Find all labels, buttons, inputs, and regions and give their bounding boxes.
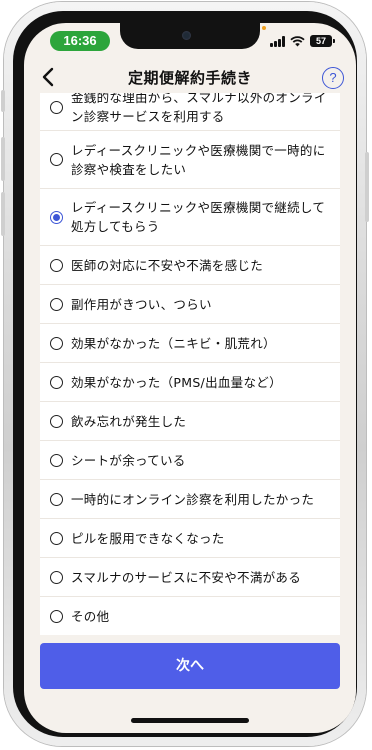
- option-item[interactable]: 効果がなかった（ニキビ・肌荒れ）: [40, 324, 340, 363]
- radio-button[interactable]: [50, 258, 63, 272]
- option-label: レディースクリニックや医療機関で継続して処方してもらう: [71, 200, 326, 234]
- phone-frame: 16:36 57 定期便解約手続き ? 金銭的な理由から、スマルナ以外のオンライ…: [1, 2, 369, 746]
- option-item[interactable]: 効果がなかった（PMS/出血量など）: [40, 363, 340, 402]
- option-item[interactable]: 金銭的な理由から、スマルナ以外のオンライン診察サービスを利用する: [40, 93, 340, 131]
- option-item[interactable]: 一時的にオンライン診察を利用したかった: [40, 480, 340, 519]
- option-label: 金銭的な理由から、スマルナ以外のオンライン診察サービスを利用する: [71, 93, 327, 124]
- option-item[interactable]: 副作用がきつい、つらい: [40, 285, 340, 324]
- radio-button[interactable]: [50, 492, 63, 506]
- radio-button[interactable]: [50, 570, 63, 584]
- option-label: 一時的にオンライン診察を利用したかった: [71, 491, 315, 507]
- option-item[interactable]: ピルを服用できなくなった: [40, 519, 340, 558]
- home-indicator[interactable]: [131, 718, 249, 723]
- radio-button[interactable]: [50, 297, 63, 311]
- radio-button[interactable]: [50, 531, 63, 545]
- radio-button[interactable]: [50, 336, 63, 350]
- status-time: 16:36: [50, 31, 110, 51]
- option-label: 副作用がきつい、つらい: [71, 296, 212, 312]
- option-label: 飲み忘れが発生した: [71, 413, 187, 429]
- radio-button-selected[interactable]: [50, 210, 63, 224]
- status-icons: 57: [270, 33, 335, 49]
- radio-button[interactable]: [50, 610, 63, 623]
- option-label: スマルナのサービスに不安や不満がある: [71, 569, 302, 585]
- next-button[interactable]: 次へ: [40, 643, 340, 689]
- option-item[interactable]: シートが余っている: [40, 441, 340, 480]
- radio-button[interactable]: [50, 414, 63, 428]
- volume-down-button: [1, 192, 5, 236]
- camera-icon: [182, 31, 191, 40]
- notch: [120, 23, 260, 49]
- option-item[interactable]: 飲み忘れが発生した: [40, 402, 340, 441]
- option-label: シートが余っている: [71, 452, 186, 468]
- option-item-selected[interactable]: レディースクリニックや医療機関で継続して処方してもらう: [40, 189, 340, 246]
- privacy-indicator-icon: [262, 26, 266, 30]
- option-label: 医師の対応に不安や不満を感じた: [71, 257, 264, 273]
- battery-icon: 57: [310, 35, 335, 47]
- wifi-icon: [290, 35, 305, 46]
- power-button: [365, 152, 369, 222]
- option-item[interactable]: レディースクリニックや医療機関で一時的に診察や検査をしたい: [40, 131, 340, 189]
- radio-button[interactable]: [50, 153, 63, 166]
- radio-button[interactable]: [50, 375, 63, 389]
- option-label: その他: [71, 609, 110, 624]
- option-item[interactable]: その他: [40, 597, 340, 635]
- radio-button[interactable]: [50, 453, 63, 467]
- option-label: 効果がなかった（PMS/出血量など）: [71, 374, 282, 390]
- option-label: 効果がなかった（ニキビ・肌荒れ）: [71, 335, 276, 351]
- volume-up-button: [1, 137, 5, 181]
- option-item[interactable]: 医師の対応に不安や不満を感じた: [40, 246, 340, 285]
- screen: 16:36 57 定期便解約手続き ? 金銭的な理由から、スマルナ以外のオンライ…: [24, 23, 356, 733]
- nav-header: 定期便解約手続き ?: [24, 63, 356, 95]
- cancel-reason-list: 金銭的な理由から、スマルナ以外のオンライン診察サービスを利用する レディースクリ…: [40, 93, 340, 635]
- cellular-signal-icon: [270, 35, 285, 47]
- page-title: 定期便解約手続き: [127, 69, 252, 87]
- radio-button[interactable]: [50, 100, 63, 114]
- option-label: ピルを服用できなくなった: [71, 530, 225, 546]
- mute-switch: [1, 90, 5, 112]
- option-label: レディースクリニックや医療機関で一時的に診察や検査をしたい: [71, 142, 326, 177]
- help-icon[interactable]: ?: [322, 67, 344, 89]
- option-item[interactable]: スマルナのサービスに不安や不満がある: [40, 558, 340, 597]
